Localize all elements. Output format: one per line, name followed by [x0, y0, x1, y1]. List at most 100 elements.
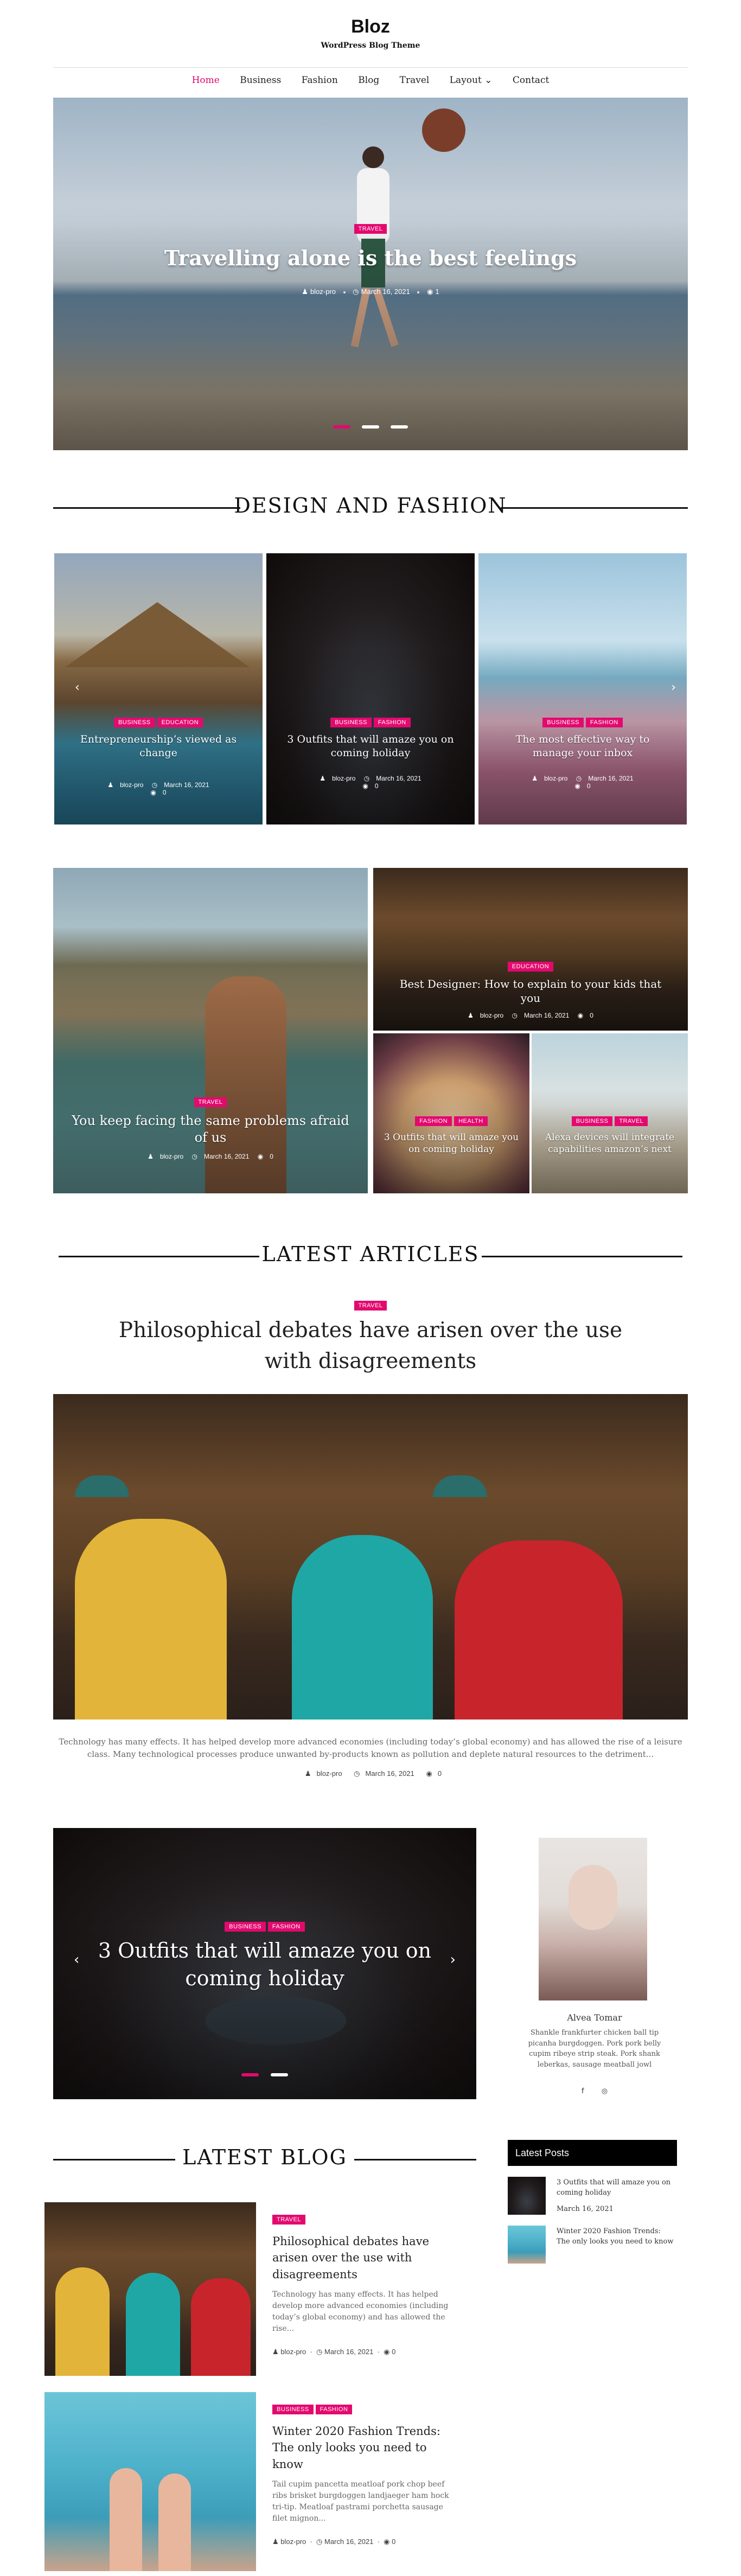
title-line-left	[53, 507, 240, 509]
card-tag[interactable]: Fashion	[585, 718, 623, 727]
title-line-left	[53, 2159, 175, 2160]
title-line-left	[59, 1256, 259, 1257]
section-title-latest-articles: LATEST ARTICLES	[53, 1242, 688, 1269]
card-title[interactable]: 3 Outfits that will amaze you on coming …	[383, 1132, 520, 1155]
nav-contact[interactable]: Contact	[513, 75, 550, 86]
card-title[interactable]: Entrepreneurship’s viewed as change	[71, 733, 246, 759]
user-icon: ♟	[532, 775, 538, 783]
author-bio: Shankle frankfurter chicken ball tip pic…	[528, 2029, 661, 2069]
user-icon: ♟	[272, 2348, 279, 2356]
clock-icon: ◷	[354, 1769, 360, 1778]
card-tag[interactable]: Travel	[194, 1097, 227, 1107]
fashion-card-2[interactable]: Business Fashion 3 Outfits that will amaz…	[266, 553, 475, 824]
clock-icon: ◷	[316, 2348, 323, 2356]
hero-comments[interactable]: ◉ 1	[427, 287, 439, 296]
header-divider	[53, 67, 688, 68]
author-name[interactable]: Alvea Tomar	[508, 2012, 681, 2023]
nav-layout[interactable]: Layout ⌄	[450, 75, 493, 86]
blog-post-title[interactable]: Winter 2020 Fashion Trends: The only loo…	[272, 2423, 451, 2472]
card-title[interactable]: Best Designer: How to explain to your ki…	[389, 977, 672, 1005]
card-tag[interactable]: Travel	[615, 1116, 648, 1126]
card-tag[interactable]: Education	[507, 962, 554, 971]
blog-post-tag[interactable]: Travel	[272, 2215, 305, 2225]
card-tag[interactable]: Fashion	[373, 718, 411, 727]
site-header: Bloz WordPress Blog Theme Home Business …	[0, 0, 741, 92]
clock-icon: ◷	[191, 1153, 198, 1161]
hero-dot-2[interactable]	[362, 425, 379, 429]
nav-fashion[interactable]: Fashion	[302, 75, 338, 86]
grid-bottom-right-card[interactable]: Business Travel Alexa devices will integr…	[532, 1033, 688, 1193]
latest-post-title[interactable]: Winter 2020 Fashion Trends: The only loo…	[557, 2227, 676, 2247]
clock-icon: ◷	[512, 1012, 518, 1019]
lamp-1	[75, 1475, 129, 1497]
featured-article-excerpt: Technology has many effects. It has help…	[59, 1737, 682, 1760]
nav-business[interactable]: Business	[240, 75, 281, 86]
card-tag[interactable]: Business	[113, 718, 155, 727]
author-widget: Alvea Tomar Shankle frankfurter chicken …	[508, 1828, 687, 2110]
grid-big-card[interactable]: Travel You keep facing the same problems…	[53, 868, 368, 1193]
card-tag[interactable]: Business	[542, 718, 584, 727]
slider2-dot-2[interactable]	[270, 2073, 288, 2076]
hero-tag[interactable]: Travel	[354, 224, 387, 234]
hero-title[interactable]: Travelling alone is the best feelings	[53, 246, 688, 270]
site-title[interactable]: Bloz	[0, 16, 741, 37]
card-tag[interactable]: Health	[454, 1116, 488, 1126]
hero-slider[interactable]: Travel Travelling alone is the best feel…	[53, 98, 688, 450]
card-tag[interactable]: Fashion	[267, 1922, 305, 1932]
slider2-pagination	[53, 2068, 476, 2079]
featured-article-headline[interactable]: Philosophical debates have arisen over t…	[108, 1315, 633, 1377]
card-tag[interactable]: Education	[157, 718, 203, 727]
slider-prev-icon[interactable]: ‹	[74, 1952, 79, 1968]
slider-next-icon[interactable]: ›	[671, 681, 676, 694]
card-tag[interactable]: Business	[571, 1116, 613, 1126]
blog-post-meta: ♟ bloz-pro · ◷ March 16, 2021 · ◉ 0	[272, 2537, 396, 2546]
blog-post-excerpt: Tail cupim pancetta meatloaf pork chop b…	[272, 2480, 449, 2523]
author-social: f ◎	[508, 2087, 681, 2095]
nav-blog[interactable]: Blog	[358, 75, 379, 86]
comment-icon: ◉	[384, 2348, 390, 2356]
hero-dot-3[interactable]	[391, 425, 408, 429]
latest-post-item[interactable]: 3 Outfits that will amaze you on coming …	[508, 2177, 677, 2215]
nav-travel[interactable]: Travel	[400, 75, 430, 86]
grid-bottom-left-card[interactable]: Fashion Health 3 Outfits that will amaze …	[373, 1033, 529, 1193]
card-title[interactable]: You keep facing the same problems afraid…	[69, 1113, 352, 1146]
secondary-slider[interactable]: Business Fashion 3 Outfits that will amaz…	[53, 1828, 476, 2099]
comment-icon: ◉	[427, 287, 433, 296]
card-tag[interactable]: Business	[225, 1922, 266, 1932]
facebook-icon[interactable]: f	[582, 2087, 584, 2095]
slider-prev-icon[interactable]: ‹	[75, 681, 80, 694]
latest-post-thumb[interactable]	[508, 2177, 546, 2215]
card-title[interactable]: The most effective way to manage your in…	[495, 733, 670, 759]
hero-pagination	[53, 420, 688, 431]
blog-post-image[interactable]	[44, 2392, 256, 2571]
hero-author[interactable]: ♟ bloz-pro	[302, 287, 336, 296]
blog-post-meta: ♟ bloz-pro · ◷ March 16, 2021 · ◉ 0	[272, 2348, 396, 2356]
card-title[interactable]: Alexa devices will integrate capabilitie…	[541, 1132, 678, 1155]
card-tag[interactable]: Fashion	[415, 1116, 452, 1126]
slider2-title[interactable]: 3 Outfits that will amaze you on coming …	[69, 1937, 460, 1993]
featured-article-tag[interactable]: Travel	[354, 1301, 387, 1311]
grid-top-right-card[interactable]: Education Best Designer: How to explain …	[373, 868, 688, 1031]
card-tag[interactable]: Business	[330, 718, 372, 727]
user-icon: ♟	[320, 775, 326, 783]
section-title-latest-blog: LATEST BLOG	[53, 2145, 476, 2172]
fashion-card-1[interactable]: ‹ Business Education Entrepreneurship’s v…	[54, 553, 263, 824]
hero-date[interactable]: ◷ March 16, 2021	[353, 287, 410, 296]
author-avatar[interactable]	[539, 1838, 647, 2000]
latest-post-title[interactable]: 3 Outfits that will amaze you on coming …	[557, 2178, 676, 2198]
card-title[interactable]: 3 Outfits that will amaze you on coming …	[283, 733, 458, 759]
slider-next-icon[interactable]: ›	[450, 1952, 456, 1968]
blog-post-image[interactable]	[44, 2202, 256, 2376]
instagram-icon[interactable]: ◎	[602, 2087, 608, 2095]
blog-post-tag[interactable]: Fashion	[315, 2405, 353, 2414]
fashion-card-3[interactable]: Business Fashion The most effective way t…	[478, 553, 687, 824]
blog-post-tag[interactable]: Business	[272, 2405, 314, 2414]
featured-article-image[interactable]	[53, 1394, 688, 1720]
hero-dot-1[interactable]	[333, 425, 350, 429]
latest-post-thumb[interactable]	[508, 2226, 546, 2264]
blog-post: Business Fashion Winter 2020 Fashion Tren…	[44, 2392, 478, 2571]
latest-post-item[interactable]: Winter 2020 Fashion Trends: The only loo…	[508, 2226, 677, 2264]
nav-home[interactable]: Home	[192, 75, 220, 86]
slider2-dot-1[interactable]	[241, 2073, 259, 2076]
blog-post-title[interactable]: Philosophical debates have arisen over t…	[272, 2233, 451, 2283]
